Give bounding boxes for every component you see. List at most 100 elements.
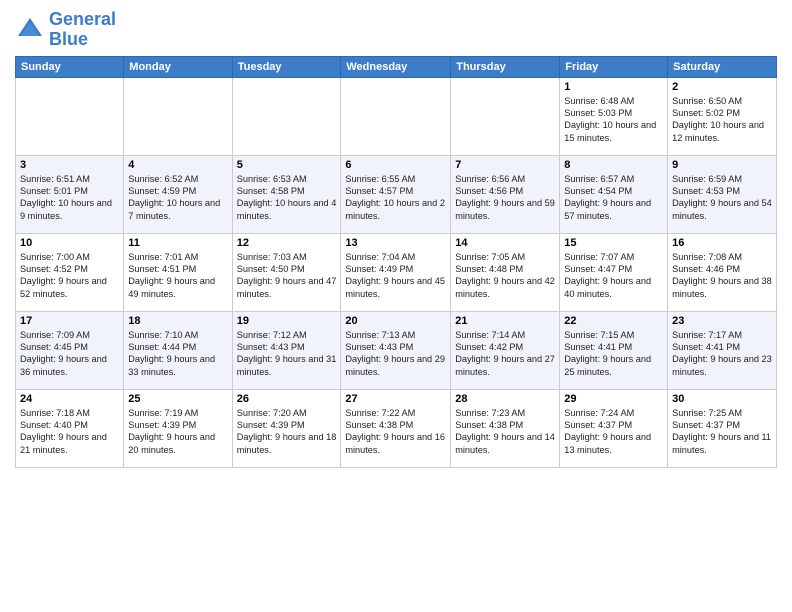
calendar-table: SundayMondayTuesdayWednesdayThursdayFrid… (15, 56, 777, 468)
day-info: Sunrise: 6:55 AMSunset: 4:57 PMDaylight:… (345, 173, 446, 223)
day-info: Sunrise: 7:05 AMSunset: 4:48 PMDaylight:… (455, 251, 555, 301)
day-number: 2 (672, 81, 772, 93)
col-header-thursday: Thursday (451, 56, 560, 77)
calendar-cell: 26 Sunrise: 7:20 AMSunset: 4:39 PMDayligh… (232, 389, 341, 467)
calendar-cell: 19 Sunrise: 7:12 AMSunset: 4:43 PMDayligh… (232, 311, 341, 389)
calendar-cell: 22 Sunrise: 7:15 AMSunset: 4:41 PMDayligh… (560, 311, 668, 389)
calendar-cell: 11Sunrise: 7:01 AMSunset: 4:51 PMDayligh… (124, 233, 232, 311)
day-info: Sunrise: 7:01 AMSunset: 4:51 PMDaylight:… (128, 251, 227, 301)
calendar-cell: 9 Sunrise: 6:59 AMSunset: 4:53 PMDaylight… (668, 155, 777, 233)
calendar-cell: 28Sunrise: 7:23 AMSunset: 4:38 PMDayligh… (451, 389, 560, 467)
day-number: 24 (20, 393, 119, 405)
calendar-cell: 1 Sunrise: 6:48 AMSunset: 5:03 PMDaylight… (560, 77, 668, 155)
day-info: Sunrise: 7:03 AMSunset: 4:50 PMDaylight:… (237, 251, 337, 301)
day-number: 3 (20, 159, 119, 171)
day-info: Sunrise: 7:17 AMSunset: 4:41 PMDaylight:… (672, 329, 772, 379)
day-number: 9 (672, 159, 772, 171)
col-header-saturday: Saturday (668, 56, 777, 77)
day-number: 6 (345, 159, 446, 171)
calendar-cell: 16 Sunrise: 7:08 AMSunset: 4:46 PMDayligh… (668, 233, 777, 311)
day-number: 18 (128, 315, 227, 327)
day-info: Sunrise: 6:57 AMSunset: 4:54 PMDaylight:… (564, 173, 663, 223)
day-info: Sunrise: 7:18 AMSunset: 4:40 PMDaylight:… (20, 407, 119, 457)
day-info: Sunrise: 7:09 AMSunset: 4:45 PMDaylight:… (20, 329, 119, 379)
day-info: Sunrise: 6:51 AMSunset: 5:01 PMDaylight:… (20, 173, 119, 223)
day-info: Sunrise: 7:22 AMSunset: 4:38 PMDaylight:… (345, 407, 446, 457)
day-info: Sunrise: 7:20 AMSunset: 4:39 PMDaylight:… (237, 407, 337, 457)
day-info: Sunrise: 7:00 AMSunset: 4:52 PMDaylight:… (20, 251, 119, 301)
day-number: 19 (237, 315, 337, 327)
day-info: Sunrise: 7:15 AMSunset: 4:41 PMDaylight:… (564, 329, 663, 379)
calendar-cell (16, 77, 124, 155)
day-info: Sunrise: 7:07 AMSunset: 4:47 PMDaylight:… (564, 251, 663, 301)
calendar-cell (451, 77, 560, 155)
calendar-cell: 12 Sunrise: 7:03 AMSunset: 4:50 PMDayligh… (232, 233, 341, 311)
calendar-cell: 15 Sunrise: 7:07 AMSunset: 4:47 PMDayligh… (560, 233, 668, 311)
day-number: 30 (672, 393, 772, 405)
calendar-week-row: 17 Sunrise: 7:09 AMSunset: 4:45 PMDayligh… (16, 311, 777, 389)
day-number: 25 (128, 393, 227, 405)
day-number: 23 (672, 315, 772, 327)
calendar-cell: 7 Sunrise: 6:56 AMSunset: 4:56 PMDaylight… (451, 155, 560, 233)
calendar-cell: 17 Sunrise: 7:09 AMSunset: 4:45 PMDayligh… (16, 311, 124, 389)
day-info: Sunrise: 7:13 AMSunset: 4:43 PMDaylight:… (345, 329, 446, 379)
day-info: Sunrise: 7:23 AMSunset: 4:38 PMDaylight:… (455, 407, 555, 457)
calendar-cell: 13 Sunrise: 7:04 AMSunset: 4:49 PMDayligh… (341, 233, 451, 311)
day-number: 21 (455, 315, 555, 327)
day-number: 14 (455, 237, 555, 249)
day-number: 15 (564, 237, 663, 249)
day-number: 29 (564, 393, 663, 405)
day-number: 12 (237, 237, 337, 249)
calendar-cell: 5Sunrise: 6:53 AMSunset: 4:58 PMDaylight… (232, 155, 341, 233)
col-header-tuesday: Tuesday (232, 56, 341, 77)
day-number: 7 (455, 159, 555, 171)
day-info: Sunrise: 7:10 AMSunset: 4:44 PMDaylight:… (128, 329, 227, 379)
calendar-cell: 24 Sunrise: 7:18 AMSunset: 4:40 PMDayligh… (16, 389, 124, 467)
calendar-cell: 18 Sunrise: 7:10 AMSunset: 4:44 PMDayligh… (124, 311, 232, 389)
calendar-week-row: 3 Sunrise: 6:51 AMSunset: 5:01 PMDaylight… (16, 155, 777, 233)
day-number: 26 (237, 393, 337, 405)
calendar-cell: 27 Sunrise: 7:22 AMSunset: 4:38 PMDayligh… (341, 389, 451, 467)
day-info: Sunrise: 6:50 AMSunset: 5:02 PMDaylight:… (672, 95, 772, 145)
day-info: Sunrise: 7:12 AMSunset: 4:43 PMDaylight:… (237, 329, 337, 379)
day-info: Sunrise: 6:48 AMSunset: 5:03 PMDaylight:… (564, 95, 663, 145)
header: General Blue (15, 10, 777, 50)
calendar-cell: 30Sunrise: 7:25 AMSunset: 4:37 PMDayligh… (668, 389, 777, 467)
calendar-cell (124, 77, 232, 155)
calendar-cell (341, 77, 451, 155)
calendar-cell: 20 Sunrise: 7:13 AMSunset: 4:43 PMDayligh… (341, 311, 451, 389)
day-info: Sunrise: 7:04 AMSunset: 4:49 PMDaylight:… (345, 251, 446, 301)
calendar-cell: 29 Sunrise: 7:24 AMSunset: 4:37 PMDayligh… (560, 389, 668, 467)
day-number: 4 (128, 159, 227, 171)
calendar-cell: 6 Sunrise: 6:55 AMSunset: 4:57 PMDaylight… (341, 155, 451, 233)
day-info: Sunrise: 7:08 AMSunset: 4:46 PMDaylight:… (672, 251, 772, 301)
day-number: 5 (237, 159, 337, 171)
day-info: Sunrise: 7:19 AMSunset: 4:39 PMDaylight:… (128, 407, 227, 457)
day-number: 20 (345, 315, 446, 327)
day-number: 22 (564, 315, 663, 327)
day-number: 13 (345, 237, 446, 249)
col-header-sunday: Sunday (16, 56, 124, 77)
col-header-monday: Monday (124, 56, 232, 77)
page: General Blue SundayMondayTuesdayWednesda… (0, 0, 792, 612)
calendar-cell: 21 Sunrise: 7:14 AMSunset: 4:42 PMDayligh… (451, 311, 560, 389)
calendar-week-row: 1 Sunrise: 6:48 AMSunset: 5:03 PMDaylight… (16, 77, 777, 155)
calendar-cell: 10 Sunrise: 7:00 AMSunset: 4:52 PMDayligh… (16, 233, 124, 311)
day-info: Sunrise: 7:24 AMSunset: 4:37 PMDaylight:… (564, 407, 663, 457)
logo: General Blue (15, 10, 116, 50)
day-number: 16 (672, 237, 772, 249)
day-number: 1 (564, 81, 663, 93)
logo-icon (15, 15, 45, 45)
day-info: Sunrise: 6:59 AMSunset: 4:53 PMDaylight:… (672, 173, 772, 223)
calendar-cell: 25 Sunrise: 7:19 AMSunset: 4:39 PMDayligh… (124, 389, 232, 467)
calendar-cell: 14 Sunrise: 7:05 AMSunset: 4:48 PMDayligh… (451, 233, 560, 311)
calendar-cell: 23 Sunrise: 7:17 AMSunset: 4:41 PMDayligh… (668, 311, 777, 389)
day-info: Sunrise: 6:56 AMSunset: 4:56 PMDaylight:… (455, 173, 555, 223)
day-number: 17 (20, 315, 119, 327)
day-number: 27 (345, 393, 446, 405)
day-number: 10 (20, 237, 119, 249)
calendar-cell (232, 77, 341, 155)
day-info: Sunrise: 7:14 AMSunset: 4:42 PMDaylight:… (455, 329, 555, 379)
calendar-week-row: 24 Sunrise: 7:18 AMSunset: 4:40 PMDayligh… (16, 389, 777, 467)
calendar-week-row: 10 Sunrise: 7:00 AMSunset: 4:52 PMDayligh… (16, 233, 777, 311)
